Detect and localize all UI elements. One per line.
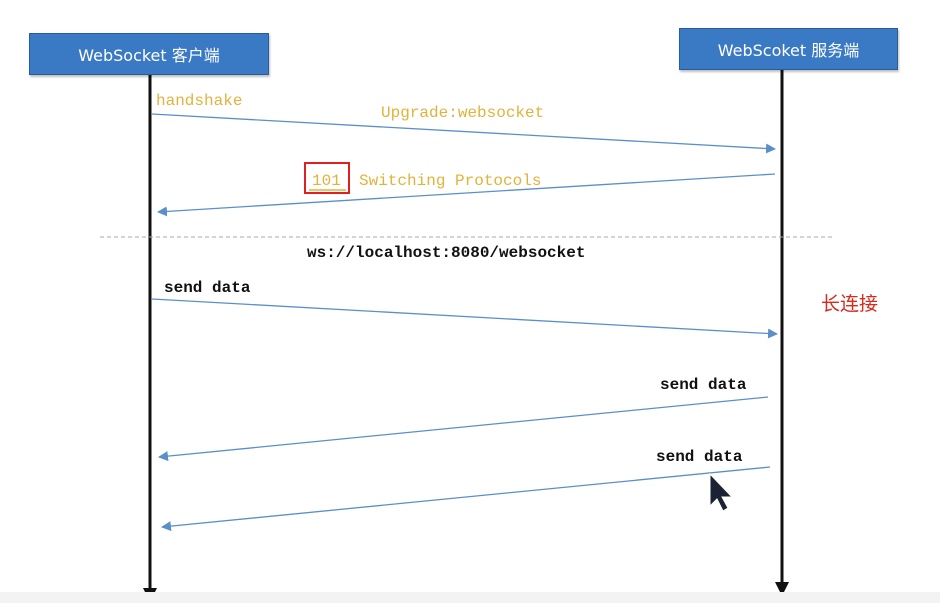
server-actor-box: WebScoket 服务端 xyxy=(679,28,898,70)
send-data-label-2: send data xyxy=(660,376,747,394)
status-code-label: 101 xyxy=(312,172,341,190)
diagram-lines xyxy=(100,70,835,602)
mouse-pointer-icon xyxy=(709,472,734,512)
persistent-connection-note: 长连接 xyxy=(821,293,879,315)
upgrade-label: Upgrade:websocket xyxy=(381,104,545,122)
client-actor-label: WebSocket 客户端 xyxy=(78,46,220,65)
send-data-arrow-1 xyxy=(151,298,778,339)
footer-strip xyxy=(0,592,940,603)
status-text-label: Switching Protocols xyxy=(359,172,542,190)
handshake-label: handshake xyxy=(156,92,243,110)
send-data-arrow-3 xyxy=(161,466,771,532)
send-data-label-3: send data xyxy=(656,448,743,466)
client-actor-box: WebSocket 客户端 xyxy=(29,33,269,75)
send-data-label-1: send data xyxy=(164,279,251,297)
websocket-url-label: ws://localhost:8080/websocket xyxy=(307,244,586,262)
server-actor-label: WebScoket 服务端 xyxy=(717,41,860,60)
sequence-diagram: WebSocket 客户端 WebScoket 服务端 handshake Up… xyxy=(0,0,940,603)
